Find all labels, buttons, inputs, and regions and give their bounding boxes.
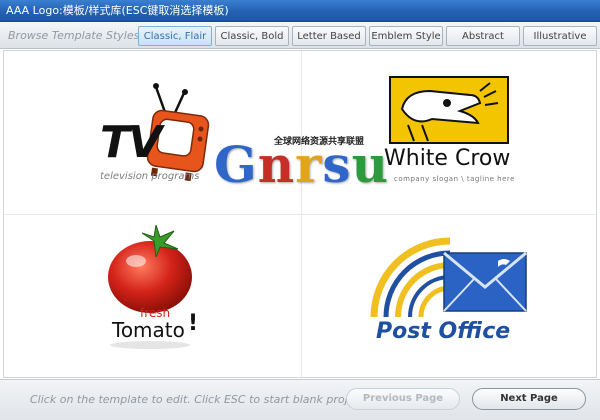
crow-logo-text: White Crow bbox=[384, 146, 511, 171]
tab-classic-flair[interactable]: Classic, Flair bbox=[138, 26, 212, 46]
tab-letter-based[interactable]: Letter Based bbox=[292, 26, 366, 46]
previous-page-button[interactable]: Previous Page bbox=[346, 388, 460, 410]
window-title: AAA Logo:模板/样式库(ESC键取消选择模板) bbox=[6, 4, 229, 17]
crow-tagline: company slogan \ tagline here bbox=[394, 175, 515, 183]
footer-bar: Click on the template to edit. Click ESC… bbox=[0, 379, 600, 420]
tomato-logo bbox=[108, 224, 192, 349]
browse-styles-label: Browse Template Styles: bbox=[8, 29, 144, 42]
crow-logo bbox=[389, 76, 509, 144]
tv-tagline: television programs bbox=[100, 171, 200, 182]
tab-illustrative[interactable]: Illustrative bbox=[523, 26, 597, 46]
tab-emblem-style[interactable]: Emblem Style bbox=[369, 26, 443, 46]
post-office-logo-text: Post Office bbox=[376, 319, 511, 344]
template-gallery: TV television programs White Crow compan… bbox=[3, 50, 597, 378]
tomato-logo-text: Tomato bbox=[112, 318, 185, 342]
tab-classic-bold[interactable]: Classic, Bold bbox=[215, 26, 289, 46]
style-tab-bar: Browse Template Styles: Classic, Flair C… bbox=[0, 23, 600, 49]
template-tomato[interactable]: fresh Tomato ! bbox=[4, 215, 300, 377]
tomato-exclaim: ! bbox=[188, 311, 199, 336]
window-title-bar: AAA Logo:模板/样式库(ESC键取消选择模板) bbox=[0, 0, 600, 22]
post-office-logo bbox=[370, 237, 527, 318]
tv-logo-text: TV bbox=[100, 117, 162, 168]
template-post-office[interactable]: Post Office bbox=[302, 215, 598, 377]
footer-hint: Click on the template to edit. Click ESC… bbox=[30, 393, 365, 406]
tab-abstract[interactable]: Abstract bbox=[446, 26, 520, 46]
next-page-button[interactable]: Next Page bbox=[472, 388, 586, 410]
template-tv[interactable]: TV television programs bbox=[4, 51, 300, 213]
template-white-crow[interactable]: White Crow company slogan \ tagline here bbox=[302, 51, 598, 213]
